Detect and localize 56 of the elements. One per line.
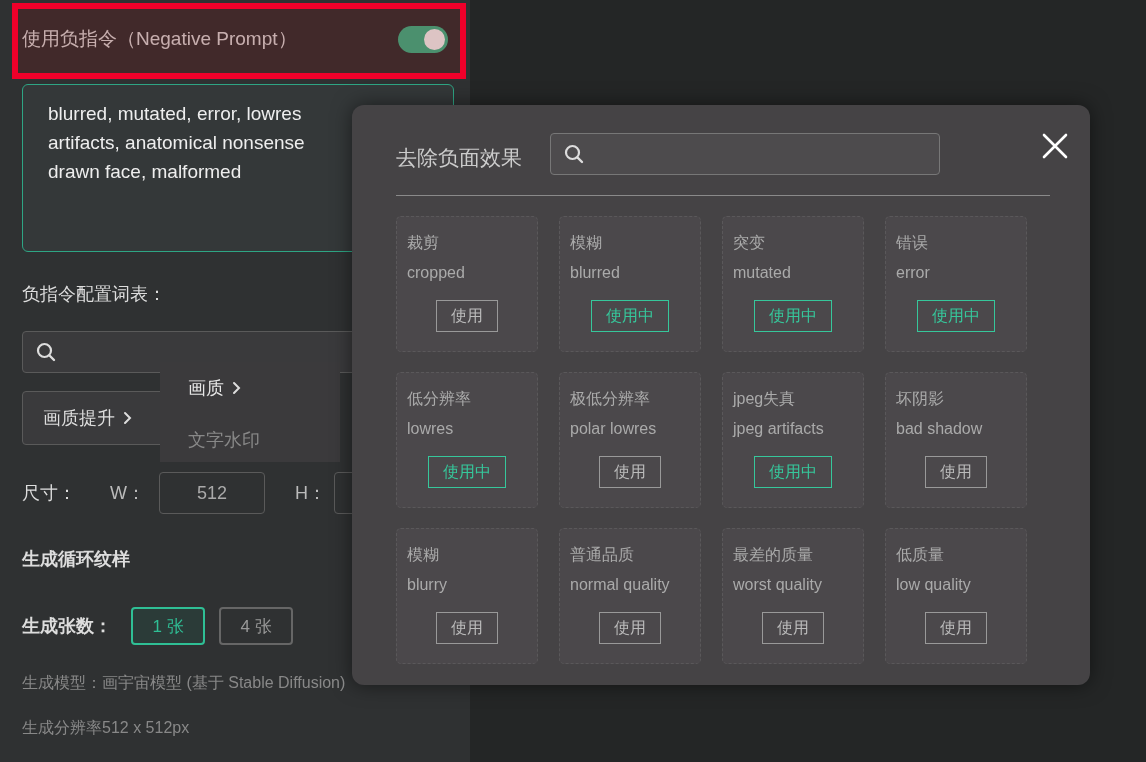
- effect-name: 裁剪: [407, 233, 440, 253]
- effect-term: low quality: [896, 576, 972, 594]
- effect-term: mutated: [733, 264, 792, 282]
- effect-term: blurry: [407, 576, 448, 594]
- search-icon: [36, 342, 56, 362]
- effect-name: 极低分辨率: [570, 389, 651, 409]
- count-option[interactable]: 4 张: [219, 607, 293, 645]
- model-info: 生成模型：画宇宙模型 (基于 Stable Diffusion): [22, 673, 346, 693]
- use-button[interactable]: 使用: [925, 456, 987, 488]
- effect-term: blurred: [570, 264, 621, 282]
- use-button[interactable]: 使用: [925, 612, 987, 644]
- effect-name: 突变: [733, 233, 766, 253]
- negative-prompt-label: 使用负指令（Negative Prompt）: [22, 27, 297, 51]
- count-option[interactable]: 1 张: [131, 607, 205, 645]
- chevron-icon: [123, 411, 132, 425]
- effect-name: jpeg失真: [733, 389, 797, 409]
- size-label: 尺寸：: [22, 482, 76, 505]
- effect-term: worst quality: [733, 576, 823, 594]
- width-label: W：: [110, 482, 145, 505]
- use-button[interactable]: 使用中: [428, 456, 506, 488]
- menu-item[interactable]: 文字水印: [188, 428, 260, 452]
- height-label: H：: [295, 482, 326, 505]
- menu-item[interactable]: 画质: [188, 376, 241, 400]
- effect-term: bad shadow: [896, 420, 984, 438]
- effect-name: 低质量: [896, 545, 945, 565]
- effect-term: error: [896, 264, 931, 282]
- effect-name: 错误: [896, 233, 929, 253]
- count-label: 生成张数：: [22, 615, 112, 638]
- use-button[interactable]: 使用中: [917, 300, 995, 332]
- use-button[interactable]: 使用: [599, 456, 661, 488]
- use-button[interactable]: 使用: [599, 612, 661, 644]
- effect-name: 模糊: [407, 545, 440, 565]
- use-button[interactable]: 使用: [762, 612, 824, 644]
- vocab-label: 负指令配置词表：: [22, 283, 166, 306]
- width-field[interactable]: 512: [159, 472, 265, 514]
- effect-name: 坏阴影: [896, 389, 945, 409]
- use-button[interactable]: 使用中: [754, 300, 832, 332]
- use-button[interactable]: 使用中: [591, 300, 669, 332]
- resolution-info: 生成分辨率512 x 512px: [22, 718, 190, 738]
- effect-term: normal quality: [570, 576, 671, 594]
- close-icon[interactable]: [1042, 133, 1068, 159]
- effect-term: polar lowres: [570, 420, 658, 438]
- toggle-switch[interactable]: [398, 25, 448, 53]
- search-icon: [564, 144, 584, 164]
- search-field[interactable]: [550, 133, 940, 175]
- effect-name: 最差的质量: [733, 545, 814, 565]
- use-button[interactable]: 使用: [436, 300, 498, 332]
- use-button[interactable]: 使用: [436, 612, 498, 644]
- effect-term: lowres: [407, 420, 455, 438]
- effect-term: jpeg artifacts: [733, 420, 825, 438]
- effect-name: 低分辨率: [407, 389, 472, 409]
- use-button[interactable]: 使用中: [754, 456, 832, 488]
- effect-name: 普通品质: [570, 545, 635, 565]
- effect-name: 模糊: [570, 233, 603, 253]
- effect-term: cropped: [407, 264, 466, 282]
- seamless-label: 生成循环纹样: [22, 548, 130, 571]
